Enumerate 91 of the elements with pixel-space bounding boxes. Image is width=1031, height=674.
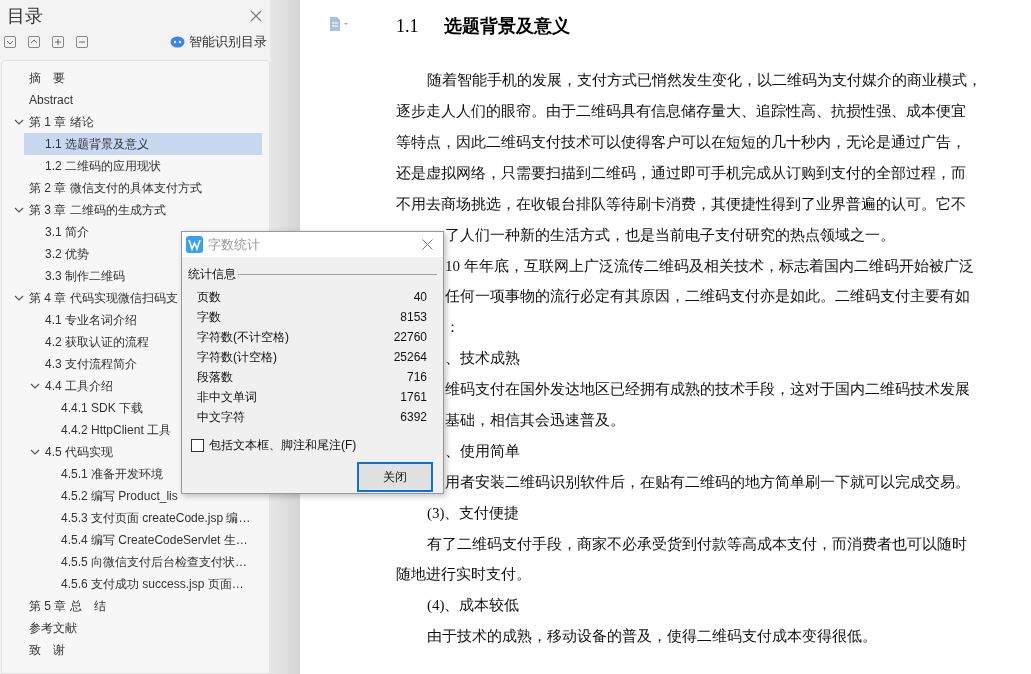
- body-text-line: ：: [445, 318, 460, 338]
- toc-label: 第 3 章 二维码的生成方式: [29, 202, 166, 219]
- toc-item[interactable]: 参考文献: [2, 617, 269, 639]
- toc-item[interactable]: 第 3 章 二维码的生成方式: [2, 199, 269, 221]
- stat-label: 页数: [197, 289, 221, 306]
- toc-label: 1.2 二维码的应用现状: [45, 158, 161, 175]
- toc-label: 4.4.2 HttpClient 工具: [61, 422, 172, 439]
- chevron-icon[interactable]: [30, 447, 40, 457]
- toc-label: 4.5.3 支付页面 createCode.jsp 编…: [61, 510, 251, 527]
- body-text-line: 了人们一种新的生活方式，也是当前电子支付研究的热点领域之一。: [445, 225, 895, 245]
- group-label: 统计信息: [188, 266, 236, 283]
- expand-all-icon[interactable]: [4, 36, 16, 48]
- chevron-icon[interactable]: [14, 117, 24, 127]
- checkbox-label: 包括文本框、脚注和尾注(F): [209, 437, 357, 454]
- toc-label: 4.4 工具介绍: [45, 378, 113, 395]
- body-text-line: 任何一项事物的流行必定有其原因，二维码支付亦是如此。二维码支付主要有如: [445, 287, 970, 307]
- chevron-icon[interactable]: [14, 205, 24, 215]
- body-text-line: 用者安装二维码识别软件后，在贴有二维码的地方简单刷一下就可以完成交易。: [445, 472, 970, 492]
- body-text-line: 还是虚拟网络，只需要扫描到二维码，通过即可手机完成从订购到支付的全部过程，而: [396, 163, 966, 183]
- panel-title: 目录: [7, 4, 43, 28]
- toc-label: 4.5.6 支付成功 success.jsp 页面…: [61, 576, 244, 593]
- toc-item[interactable]: Abstract: [2, 89, 269, 111]
- heading: 选题背景及意义: [444, 14, 570, 38]
- toc-label: 3.1 简介: [45, 224, 89, 241]
- toc-item[interactable]: 1.1 选题背景及意义: [24, 133, 262, 155]
- heading-number: 1.1: [396, 14, 420, 38]
- toc-item[interactable]: 4.5.3 支付页面 createCode.jsp 编…: [2, 507, 269, 529]
- collapse-all-icon[interactable]: [28, 36, 40, 48]
- body-text-line: 由于技术的成熟，移动设备的普及，使得二维码支付成本变得很低。: [427, 627, 877, 647]
- stat-label: 段落数: [197, 369, 233, 386]
- body-text-line: (3)、支付便捷: [427, 503, 520, 523]
- minus-icon[interactable]: [76, 36, 88, 48]
- toc-item[interactable]: 致 谢: [2, 639, 269, 661]
- checkbox[interactable]: [191, 438, 204, 452]
- toc-label: 第 2 章 微信支付的具体支付方式: [29, 180, 202, 197]
- toc-label: 参考文献: [29, 620, 77, 637]
- plus-icon[interactable]: [52, 36, 64, 48]
- stat-label: 中文字符: [197, 409, 245, 426]
- toc-item[interactable]: 第 2 章 微信支付的具体支付方式: [2, 177, 269, 199]
- toc-label: 第 5 章 总 结: [29, 598, 106, 615]
- toc-label: 4.5.4 编写 CreateCodeServlet 生…: [61, 532, 248, 549]
- toc-item[interactable]: 1.2 二维码的应用现状: [2, 155, 269, 177]
- body-text-line: 、技术成熟: [445, 349, 520, 369]
- smart-toc-button[interactable]: 智能识别目录: [170, 32, 267, 52]
- dialog-title: 字数统计: [208, 235, 260, 254]
- stat-value: 6392: [400, 409, 427, 426]
- stat-label: 字数: [197, 309, 221, 326]
- chevron-icon[interactable]: [30, 381, 40, 391]
- app-logo-icon: [186, 236, 203, 253]
- toc-label: 4.5 代码实现: [45, 444, 113, 461]
- toc-label: Abstract: [29, 92, 73, 109]
- body-text-line: 基础，相信其会迅速普及。: [445, 411, 625, 430]
- toc-item[interactable]: 4.5.2 编写 Product_lis: [2, 485, 269, 507]
- stat-value: 8153: [400, 309, 427, 326]
- stat-value: 25264: [393, 349, 427, 366]
- close-icon[interactable]: [250, 10, 262, 22]
- body-text-line: 等特点，因此二维码支付技术可以使得客户可以在短短的几十秒内，无论是通过广告，: [396, 132, 966, 152]
- stat-value: 22760: [393, 329, 427, 346]
- toc-label: 4.5.2 编写 Product_lis: [61, 488, 178, 505]
- stat-value: 40: [413, 289, 427, 306]
- close-button[interactable]: 关闭: [357, 462, 433, 492]
- body-text-line: 、使用简单: [445, 441, 520, 461]
- stat-value: 1761: [400, 389, 427, 406]
- body-text-line: (4)、成本较低: [427, 596, 520, 616]
- toc-item[interactable]: 第 5 章 总 结: [2, 595, 269, 617]
- toc-label: 4.5.5 向微信支付后台检查支付状…: [61, 554, 248, 571]
- stat-label: 字符数(不计空格): [197, 329, 289, 346]
- body-text-line: 随着智能手机的发展，支付方式已悄然发生变化，以二维码为支付媒介的商业模式，: [427, 71, 982, 91]
- body-text-line: 10 年年底，互联网上广泛流传二维码及相关技术，标志着国内二维码开始被广泛: [445, 256, 974, 276]
- body-text-line: 有了二维码支付手段，商家不必承受货到付款等高成本支付，而消费者也可以随时: [427, 534, 967, 554]
- toc-item[interactable]: 第 1 章 绪论: [2, 111, 269, 133]
- toc-label: 4.5.1 准备开发环境: [61, 466, 164, 483]
- toc-label: 致 谢: [29, 642, 65, 659]
- toc-item[interactable]: 摘 要: [2, 67, 269, 89]
- chevron-icon[interactable]: [14, 293, 24, 303]
- toc-label: 第 4 章 代码实现微信扫码支: [29, 290, 178, 307]
- body-text-line: 随地进行实时支付。: [396, 565, 531, 585]
- cloud-icon: [170, 36, 185, 48]
- stat-label: 字符数(计空格): [197, 349, 277, 366]
- body-text-line: 维码支付在国外发达地区已经拥有成熟的技术手段，这对于国内二维码技术发展: [445, 380, 970, 400]
- stat-value: 716: [406, 369, 427, 386]
- body-text-line: 不用去商场挑选，在收银台排队等待刷卡消费，其便捷性得到了业界普遍的认可。它不: [396, 194, 966, 214]
- toc-item[interactable]: 4.5.6 支付成功 success.jsp 页面…: [2, 573, 269, 595]
- stat-label: 非中文单词: [197, 389, 257, 406]
- toc-label: 第 1 章 绪论: [29, 114, 94, 131]
- toc-label: 1.1 选题背景及意义: [45, 136, 149, 153]
- body-text-line: 逐步走人人们的眼帘。由于二维码具有信息储存量大、追踪性高、抗损性强、成本便宜: [396, 102, 966, 122]
- toc-label: 摘 要: [29, 70, 65, 87]
- toc-item[interactable]: 4.5.5 向微信支付后台检查支付状…: [2, 551, 269, 573]
- toc-item[interactable]: 4.5.4 编写 CreateCodeServlet 生…: [2, 529, 269, 551]
- close-icon[interactable]: [422, 239, 433, 250]
